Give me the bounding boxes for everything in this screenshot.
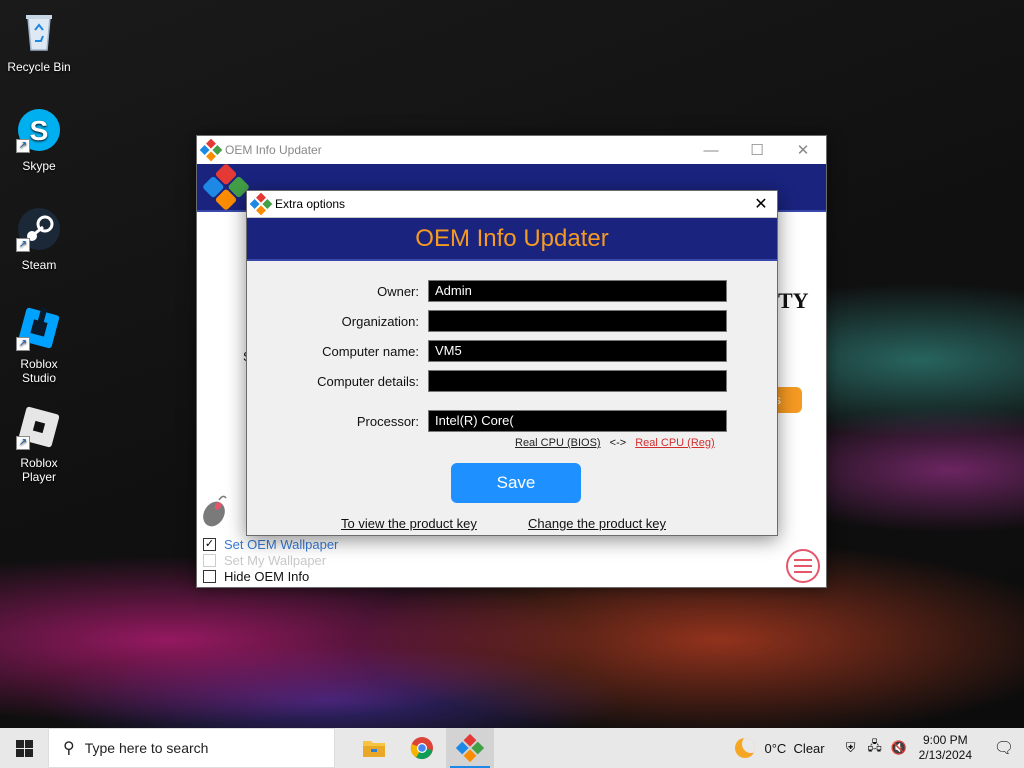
system-tray: 0°C Clear ⛨ 🖧 🔇 9:00 PM 2/13/2024 🗨 bbox=[734, 728, 1024, 768]
real-cpu-bios-link[interactable]: Real CPU (BIOS) bbox=[515, 437, 601, 449]
folder-icon bbox=[363, 741, 385, 757]
app-logo-large-icon bbox=[201, 162, 251, 212]
desktop-icon-label: Steam bbox=[21, 258, 57, 272]
owner-field[interactable]: Admin bbox=[428, 280, 727, 302]
volume-muted-icon[interactable]: 🔇 bbox=[887, 740, 911, 756]
checkbox-box[interactable]: ✓ bbox=[203, 538, 216, 551]
owner-row: Owner: Admin bbox=[247, 280, 727, 302]
shortcut-arrow-icon: ↗ bbox=[16, 436, 30, 450]
dialog-titlebar[interactable]: Extra options ✕ bbox=[247, 191, 777, 217]
hamburger-menu-button[interactable] bbox=[786, 549, 820, 583]
computer-name-label: Computer name: bbox=[322, 343, 419, 359]
set-oem-wallpaper-checkbox[interactable]: ✓ Set OEM Wallpaper bbox=[203, 537, 338, 552]
shortcut-arrow-icon: ↗ bbox=[16, 238, 30, 252]
mouse-icon bbox=[203, 495, 227, 527]
roblox-studio-icon: ↗ bbox=[16, 305, 62, 351]
shortcut-arrow-icon: ↗ bbox=[16, 139, 30, 153]
app-logo-icon bbox=[199, 138, 223, 162]
recycle-bin-icon bbox=[16, 8, 62, 54]
hide-oem-info-checkbox[interactable]: Hide OEM Info bbox=[203, 569, 309, 584]
computer-name-field[interactable]: VM5 bbox=[428, 340, 727, 362]
app-logo-icon bbox=[455, 733, 485, 763]
weather-widget[interactable]: 0°C Clear bbox=[734, 738, 825, 758]
chrome-icon bbox=[410, 737, 433, 760]
checkbox-label: Hide OEM Info bbox=[224, 569, 310, 584]
dialog-title: Extra options bbox=[275, 197, 346, 211]
steam-icon: ↗ bbox=[16, 206, 62, 252]
clock-date: 2/13/2024 bbox=[918, 748, 972, 762]
computer-details-row: Computer details: bbox=[247, 370, 727, 392]
checkbox-box[interactable] bbox=[203, 570, 216, 583]
roblox-player-icon: ↗ bbox=[16, 404, 62, 450]
save-button[interactable]: Save bbox=[451, 463, 581, 503]
desktop-icon-label: Roblox Player bbox=[20, 456, 58, 484]
chrome-taskbar-button[interactable] bbox=[398, 728, 446, 768]
desktop-icon-roblox-studio[interactable]: ↗ Roblox Studio bbox=[2, 305, 76, 385]
taskbar-search-box[interactable]: ⚲ Type here to search bbox=[48, 728, 335, 768]
view-product-key-link[interactable]: To view the product key bbox=[341, 516, 477, 531]
security-shield-icon[interactable]: ⛨ bbox=[839, 740, 863, 756]
processor-label: Processor: bbox=[356, 413, 419, 429]
notification-center-icon[interactable]: 🗨 bbox=[984, 738, 1024, 758]
shortcut-arrow-icon: ↗ bbox=[16, 337, 30, 351]
skype-icon: S ↗ bbox=[16, 107, 62, 153]
main-window-titlebar[interactable]: OEM Info Updater — ☐ ✕ bbox=[197, 136, 826, 164]
checkbox-box[interactable] bbox=[203, 554, 216, 567]
taskbar: ⚲ Type here to search 0°C Clear ⛨ 🖧 🔇 9:… bbox=[0, 728, 1024, 768]
orange-action-button[interactable]: s bbox=[775, 387, 802, 413]
cpu-source-links: Real CPU (BIOS) <-> Real CPU (Reg) bbox=[515, 437, 715, 449]
desktop-icon-roblox-player[interactable]: ↗ Roblox Player bbox=[2, 404, 76, 484]
clock-time: 9:00 PM bbox=[922, 733, 968, 747]
checkbox-label: Set My Wallpaper bbox=[224, 553, 327, 568]
clock[interactable]: 9:00 PM 2/13/2024 bbox=[919, 733, 972, 763]
moon-icon bbox=[734, 738, 755, 758]
weather-text: 0°C Clear bbox=[764, 740, 825, 756]
oem-info-updater-taskbar-button[interactable] bbox=[446, 728, 494, 768]
real-cpu-reg-link[interactable]: Real CPU (Reg) bbox=[635, 437, 714, 449]
computer-name-row: Computer name: VM5 bbox=[247, 340, 727, 362]
network-icon[interactable]: 🖧 bbox=[863, 737, 887, 759]
desktop-icon-steam[interactable]: ↗ Steam bbox=[2, 206, 76, 272]
owner-label: Owner: bbox=[377, 283, 419, 299]
extra-options-dialog: Extra options ✕ OEM Info Updater Owner: … bbox=[246, 190, 778, 536]
windows-logo-icon bbox=[15, 739, 33, 757]
processor-row: Processor: Intel(R) Core( bbox=[247, 410, 727, 432]
desktop-icon-skype[interactable]: S ↗ Skype bbox=[2, 107, 76, 173]
computer-details-label: Computer details: bbox=[317, 373, 419, 389]
checkbox-label: Set OEM Wallpaper bbox=[224, 537, 339, 552]
start-button[interactable] bbox=[0, 728, 48, 768]
dialog-banner: OEM Info Updater bbox=[247, 217, 777, 261]
change-product-key-link[interactable]: Change the product key bbox=[528, 516, 666, 531]
svg-text:S: S bbox=[30, 115, 49, 146]
desktop-icon-recycle-bin[interactable]: Recycle Bin bbox=[2, 8, 76, 74]
search-icon: ⚲ bbox=[63, 740, 75, 757]
minimize-button[interactable]: — bbox=[688, 136, 734, 164]
dialog-close-button[interactable]: ✕ bbox=[745, 191, 777, 217]
computer-details-field[interactable] bbox=[428, 370, 727, 392]
close-button[interactable]: ✕ bbox=[780, 136, 826, 164]
maximize-button[interactable]: ☐ bbox=[734, 136, 780, 164]
set-my-wallpaper-checkbox[interactable]: Set My Wallpaper bbox=[203, 553, 326, 568]
file-explorer-taskbar-button[interactable] bbox=[350, 728, 398, 768]
app-logo-icon bbox=[249, 192, 273, 216]
organization-row: Organization: bbox=[247, 310, 727, 332]
organization-label: Organization: bbox=[341, 313, 419, 329]
search-placeholder: Type here to search bbox=[84, 740, 209, 756]
cpu-link-separator: <-> bbox=[609, 437, 627, 449]
desktop-icon-label: Skype bbox=[22, 159, 56, 173]
desktop-icon-label: Roblox Studio bbox=[20, 357, 58, 385]
main-window-title: OEM Info Updater bbox=[225, 143, 322, 157]
organization-field[interactable] bbox=[428, 310, 727, 332]
desktop-icon-label: Recycle Bin bbox=[7, 60, 71, 74]
oem-logo-card: TY bbox=[777, 240, 817, 358]
processor-field[interactable]: Intel(R) Core( bbox=[428, 410, 727, 432]
